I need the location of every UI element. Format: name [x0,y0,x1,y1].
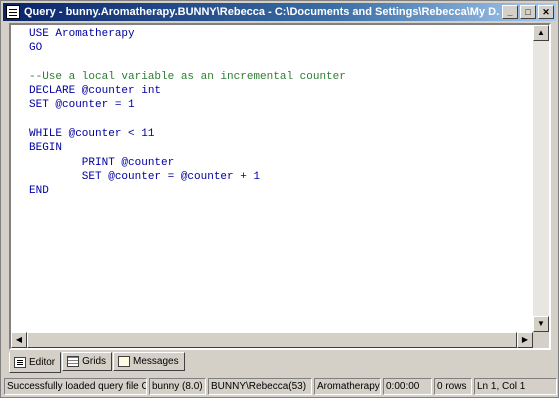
query-editor[interactable]: USE Aromatherapy GO --Use a local variable… [9,23,551,350]
code-line[interactable]: BEGIN [29,141,534,155]
status-database: Aromatherapy [314,378,381,395]
minimize-button[interactable]: _ [502,5,518,19]
close-button[interactable]: ✕ [538,5,554,19]
code-line[interactable] [29,113,534,127]
status-position: Ln 1, Col 1 [474,378,557,395]
code-line[interactable]: USE Aromatherapy [29,27,534,41]
scroll-down-arrow-icon[interactable]: ▼ [533,316,549,332]
status-rows: 0 rows [434,378,472,395]
code-line[interactable]: GO [29,41,534,55]
code-line[interactable]: WHILE @counter < 11 [29,127,534,141]
grid-icon [67,356,80,367]
tab-messages[interactable]: Messages [113,352,185,371]
scroll-up-arrow-icon[interactable]: ▲ [533,25,549,41]
query-document-icon[interactable] [6,5,20,19]
code-line[interactable]: --Use a local variable as an incremental… [29,70,534,84]
code-line[interactable]: SET @counter = @counter + 1 [29,170,534,184]
scrollbar-corner [533,332,549,348]
scroll-right-arrow-icon[interactable]: ▶ [517,332,533,348]
maximize-button[interactable]: □ [520,5,536,19]
window-title: Query - bunny.Aromatherapy.BUNNY\Rebecca… [24,6,500,18]
tab-grids-label: Grids [82,356,107,367]
scroll-left-arrow-icon[interactable]: ◀ [11,332,27,348]
title-bar[interactable]: Query - bunny.Aromatherapy.BUNNY\Rebecca… [3,3,556,21]
tab-grids[interactable]: Grids [62,352,113,371]
editor-icon [14,357,26,368]
tab-editor[interactable]: Editor [9,352,62,373]
code-line[interactable] [29,56,534,70]
query-window: Query - bunny.Aromatherapy.BUNNY\Rebecca… [0,0,559,398]
status-message: Successfully loaded query file C:\ [4,378,147,395]
pane-tabs: Editor Grids Messages [9,352,554,374]
code-line[interactable]: PRINT @counter [29,156,534,170]
messages-icon [118,356,131,367]
code-area[interactable]: USE Aromatherapy GO --Use a local variable… [29,27,534,337]
status-user: BUNNY\Rebecca(53) [208,378,312,395]
tab-editor-label: Editor [29,357,56,368]
horizontal-scroll-thumb[interactable] [27,332,517,348]
vertical-scrollbar[interactable]: ▲ ▼ [533,25,549,332]
code-line[interactable]: SET @counter = 1 [29,98,534,112]
status-bar: Successfully loaded query file C:\ bunny… [4,378,557,396]
status-server: bunny (8.0) [149,378,206,395]
horizontal-scrollbar[interactable]: ◀ ▶ [11,332,533,348]
code-line[interactable]: END [29,184,534,198]
status-time: 0:00:00 [383,378,432,395]
tab-messages-label: Messages [133,356,179,367]
code-line[interactable]: DECLARE @counter int [29,84,534,98]
